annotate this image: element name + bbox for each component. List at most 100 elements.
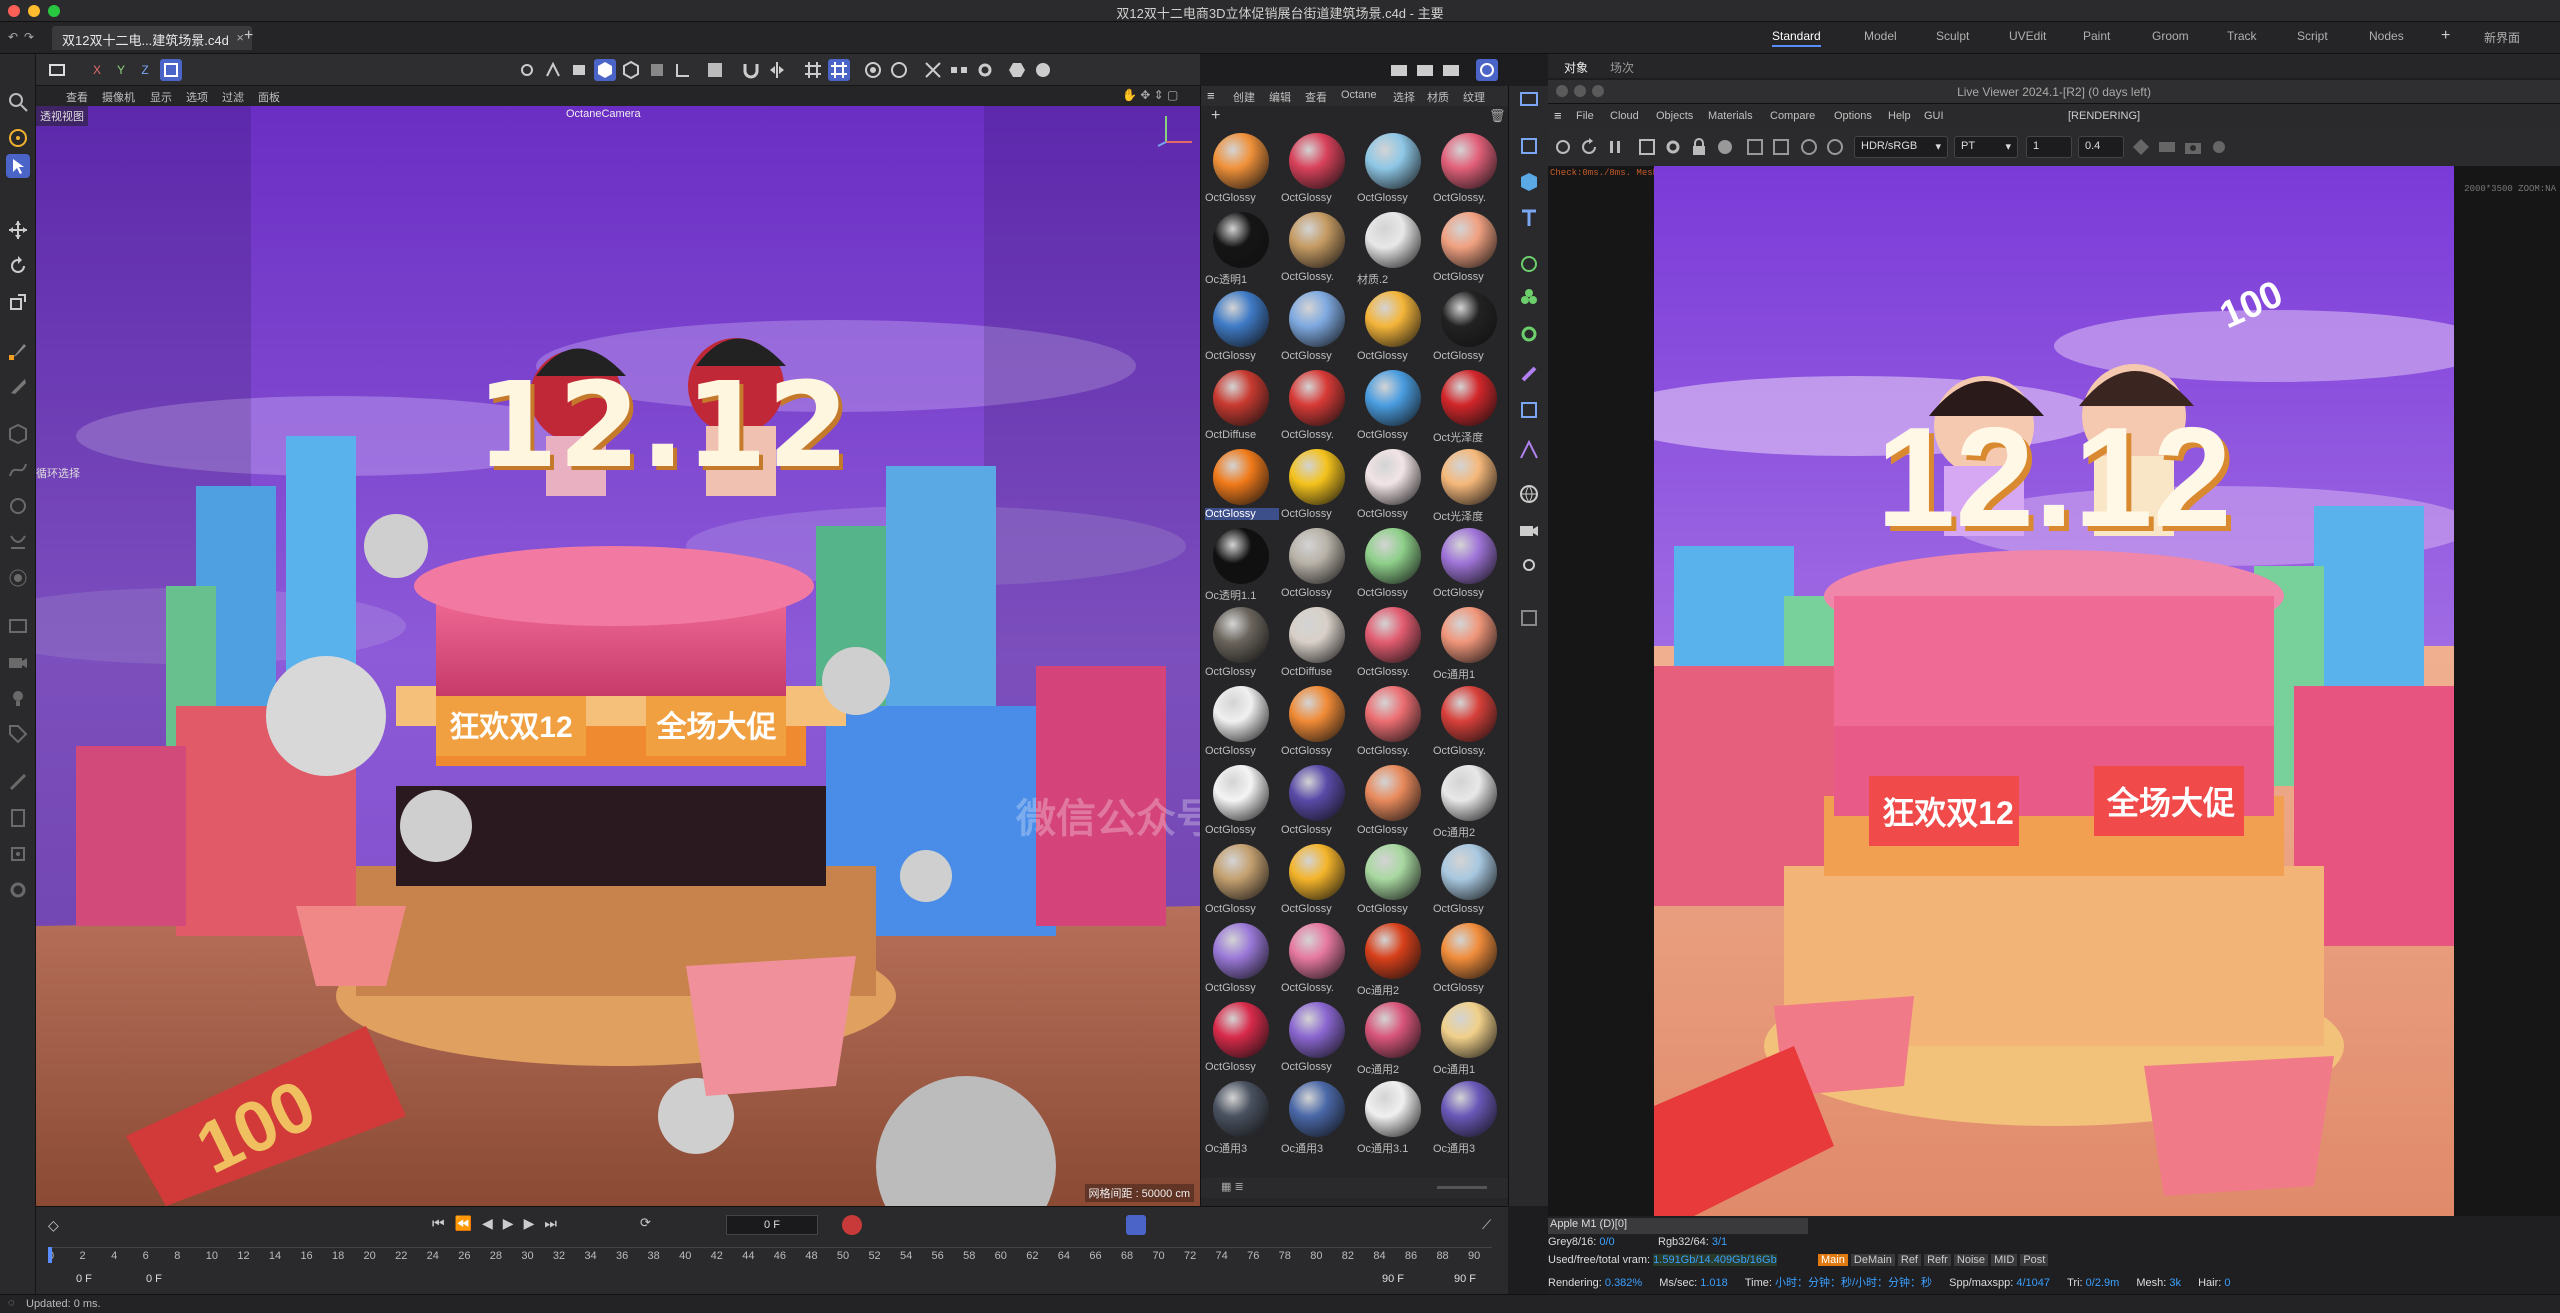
value-field-2[interactable]: 0.4 [2078,136,2124,158]
material-swatch[interactable]: OctGlossy [1355,288,1431,366]
end-frame[interactable]: 90 F [1382,1273,1404,1285]
material-swatch[interactable]: OctGlossy [1203,920,1279,998]
rotate-tool-icon[interactable] [6,254,30,278]
material-swatch[interactable]: OctGlossy. [1431,683,1507,761]
timeline-ruler[interactable]: 0246810121416182022242628303234363840424… [48,1247,1492,1265]
lv-menu-compare[interactable]: Compare [1770,110,1815,122]
live-selection-icon[interactable] [6,126,30,150]
texture-mode-icon[interactable] [620,59,642,81]
mat-menu-view[interactable]: 查看 [1305,89,1327,105]
material-swatch[interactable]: OctGlossy [1279,525,1355,603]
chip-main[interactable]: Main [1818,1254,1848,1266]
brush-tool-icon[interactable] [6,338,30,362]
edges-mode-icon[interactable] [542,59,564,81]
spline-tool-icon[interactable] [6,458,30,482]
lv-menu-help[interactable]: Help [1888,110,1911,122]
material-swatch[interactable]: OctGlossy. [1431,130,1507,208]
material-swatch[interactable]: OctGlossy [1203,841,1279,919]
end-frame-2[interactable]: 90 F [1454,1273,1476,1285]
scale-tool-icon[interactable] [6,290,30,314]
settings-gear-icon[interactable] [1662,136,1684,158]
material-swatch[interactable]: OctGlossy. [1279,209,1355,287]
scene-icon[interactable] [6,614,30,638]
material-swatch[interactable]: OctGlossy. [1279,920,1355,998]
lv-menu-materials[interactable]: Materials [1708,110,1753,122]
effector-icon[interactable] [1517,322,1541,346]
record-icon[interactable] [842,1215,862,1235]
material-swatch[interactable]: OctGlossy [1355,525,1431,603]
material-swatch[interactable]: Oc通用3 [1203,1078,1279,1156]
light-icon[interactable] [6,686,30,710]
object-mode-icon[interactable] [594,59,616,81]
material-m-icon[interactable] [1824,136,1846,158]
layout-tab-nodes[interactable]: Nodes [2369,29,2404,43]
lv-menu-cloud[interactable]: Cloud [1610,110,1639,122]
axis-mode-icon[interactable] [672,59,694,81]
mat-menu-edit[interactable]: 编辑 [1269,89,1291,105]
material-swatch[interactable]: OctDiffuse [1203,367,1279,445]
material-swatch[interactable]: OctGlossy [1279,841,1355,919]
playback-controls[interactable]: ⏮⏪◀▶▶⏭ [432,1215,567,1232]
color-space-select[interactable]: HDR/sRGB ▾ [1854,136,1948,158]
camera-icon[interactable] [6,650,30,674]
current-frame-field[interactable]: 0 F [726,1215,818,1235]
region-render-icon[interactable] [1636,136,1658,158]
material-swatch[interactable]: OctGlossy [1279,999,1355,1077]
redo-icon[interactable]: ↷ [24,30,34,44]
hamburger-icon[interactable]: ≡ [1207,88,1215,103]
trash-icon[interactable]: 🗑 [1489,108,1506,124]
lv-hamburger-icon[interactable]: ≡ [1554,108,1562,123]
light-tool-icon[interactable] [1517,554,1541,578]
quantize-icon[interactable] [888,59,910,81]
material-swatch[interactable]: OctGlossy [1355,446,1431,524]
lv-extra-icon-1[interactable] [2130,136,2152,158]
settings-icon[interactable] [6,878,30,902]
start-frame[interactable]: 0 F [76,1273,92,1285]
chip-demain[interactable]: DeMain [1850,1254,1895,1266]
object-list-icon[interactable] [1517,134,1541,158]
live-viewer-render-area[interactable]: Check:0ms./8ms. MeshGen:24ms Update:0ms.… [1548,166,2560,1216]
add-layout-icon[interactable]: + [2441,27,2450,45]
material-swatch[interactable]: OctGlossy [1431,841,1507,919]
material-swatch[interactable]: OctGlossy [1431,288,1507,366]
scatter-icon[interactable] [1517,252,1541,276]
layout-tab-uvedit[interactable]: UVEdit [2009,29,2046,43]
send-scene-icon[interactable] [1552,136,1574,158]
pick-material-icon[interactable] [1770,136,1792,158]
menu-panel[interactable]: 面板 [258,89,280,105]
material-swatch[interactable]: OctGlossy. [1279,367,1355,445]
lv-extra-icon-3[interactable] [2208,136,2230,158]
chip-mid[interactable]: MID [1991,1254,2018,1266]
material-swatch[interactable]: OctGlossy [1203,604,1279,682]
pause-icon[interactable] [1604,136,1626,158]
material-swatch[interactable]: OctGlossy [1431,209,1507,287]
spline-edit-icon[interactable] [1517,438,1541,462]
playhead[interactable] [48,1247,52,1263]
loop-icon[interactable]: ⟳ [640,1215,651,1231]
layout-tab-track[interactable]: Track [2227,29,2257,43]
generator-icon[interactable] [6,494,30,518]
document-tab[interactable]: 双12双十二电...建筑场景.c4d × [52,26,252,50]
lv-menu-gui[interactable]: GUI [1924,110,1944,122]
chip-post[interactable]: Post [2020,1254,2049,1266]
layout-tab-groom[interactable]: Groom [2152,29,2189,43]
uv-mode-icon[interactable] [646,59,668,81]
deformer-tool-icon[interactable] [1517,362,1541,386]
text-tool-icon[interactable] [1517,206,1541,230]
knife-tool-icon[interactable] [6,374,30,398]
restart-render-icon[interactable] [1578,136,1600,158]
material-swatch[interactable]: OctGlossy. [1355,604,1431,682]
axis-x-button[interactable]: X [86,59,108,81]
material-swatch[interactable]: Oc通用2 [1355,920,1431,998]
material-swatch[interactable]: OctGlossy [1203,999,1279,1077]
material-swatch[interactable]: Oc通用2 [1355,999,1431,1077]
search-icon[interactable] [6,90,30,114]
material-swatch[interactable]: OctGlossy [1279,446,1355,524]
cube-icon[interactable] [1517,170,1541,194]
new-layout-tab[interactable]: 新界面 [2484,29,2520,46]
close-tab-icon[interactable]: × [236,30,244,45]
material-swatch[interactable]: Oc通用1 [1431,604,1507,682]
new-tab-icon[interactable]: + [244,27,253,45]
material-swatch[interactable]: Oc通用1 [1431,999,1507,1077]
material-swatch[interactable]: Oc透明1.1 [1203,525,1279,603]
